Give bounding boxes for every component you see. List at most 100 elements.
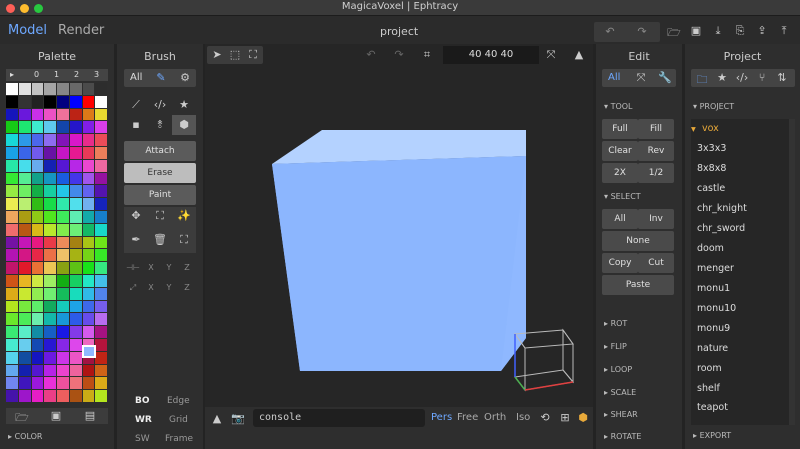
palette-swatch[interactable] xyxy=(31,223,44,236)
palette-swatch[interactable] xyxy=(95,287,107,300)
palette-swatch[interactable] xyxy=(44,249,56,262)
save-icon[interactable]: ▣ xyxy=(688,24,704,37)
tool-section-header[interactable]: ▾ TOOL xyxy=(604,102,633,111)
mirror-icon[interactable]: ⊣⊢ xyxy=(124,263,142,272)
console-input[interactable]: console xyxy=(253,409,425,427)
palette-swatch[interactable] xyxy=(6,159,18,172)
palette-swatch[interactable] xyxy=(57,339,69,351)
palette-swatch[interactable] xyxy=(44,236,56,249)
project-item[interactable]: castle xyxy=(697,183,725,194)
palette-swatch[interactable] xyxy=(95,223,107,236)
palette-swatch[interactable] xyxy=(69,211,82,223)
palette-swatch[interactable] xyxy=(31,236,44,249)
transform-icon[interactable]: ⤧ xyxy=(634,71,648,85)
camera-iso[interactable]: Iso xyxy=(516,412,530,423)
project-item[interactable]: doom xyxy=(697,243,724,254)
brush-filter-all[interactable]: All xyxy=(130,72,142,83)
palette-swatch[interactable] xyxy=(95,390,107,402)
palette-swatch[interactable] xyxy=(6,249,18,262)
palette-swatch[interactable] xyxy=(6,262,18,274)
palette-swatch[interactable] xyxy=(69,275,82,287)
palette-swatch[interactable] xyxy=(57,108,69,121)
axis-y[interactable]: Y xyxy=(160,283,178,292)
palette-swatch[interactable] xyxy=(69,172,82,185)
wrench-icon[interactable]: 🔧 xyxy=(658,71,672,84)
palette-swatch[interactable] xyxy=(95,249,107,262)
palette-swatch[interactable] xyxy=(57,249,69,262)
palette-swatch[interactable] xyxy=(57,300,69,313)
palette-swatch[interactable] xyxy=(69,185,82,198)
palette-page-expand[interactable]: ▸ xyxy=(10,70,14,79)
palette-swatch[interactable] xyxy=(18,198,31,210)
palette-swatch[interactable] xyxy=(57,95,69,108)
palette-swatch[interactable] xyxy=(6,83,18,95)
palette-swatch[interactable] xyxy=(44,198,56,210)
palette-swatch[interactable] xyxy=(57,159,69,172)
palette-swatch[interactable] xyxy=(31,198,44,210)
select-inv-button[interactable]: Inv xyxy=(638,209,674,229)
palette-swatch[interactable] xyxy=(82,134,95,146)
palette-swatch[interactable] xyxy=(44,185,56,198)
palette-swatch[interactable] xyxy=(82,83,95,95)
palette-swatch[interactable] xyxy=(18,211,31,223)
palette-swatch[interactable] xyxy=(95,236,107,249)
palette-swatch[interactable] xyxy=(31,249,44,262)
palette-file-icon[interactable]: ▤ xyxy=(82,409,98,422)
rotate-section[interactable]: ▸ ROTATE xyxy=(604,432,641,441)
face-brush-icon[interactable]: ⥉ xyxy=(148,115,172,135)
palette-swatch[interactable] xyxy=(69,313,82,326)
palette-swatch[interactable] xyxy=(95,364,107,377)
project-item[interactable]: nature xyxy=(697,343,728,354)
palette-swatch[interactable] xyxy=(69,147,82,159)
grid-view-icon[interactable]: ⊞ xyxy=(557,411,573,424)
palette-swatch[interactable] xyxy=(18,364,31,377)
palette-swatch[interactable] xyxy=(82,236,95,249)
palette-swatch[interactable] xyxy=(6,287,18,300)
palette-swatch[interactable] xyxy=(31,339,44,351)
palette-swatch[interactable] xyxy=(82,275,95,287)
brush-gear-icon[interactable]: ⚙ xyxy=(178,71,192,84)
palette-swatch[interactable] xyxy=(18,159,31,172)
palette-swatch[interactable] xyxy=(44,262,56,274)
move-icon[interactable]: ✥ xyxy=(124,209,148,222)
palette-page-3[interactable]: 3 xyxy=(94,70,99,79)
code-icon[interactable]: ‹/› xyxy=(735,71,749,84)
attach-mode-button[interactable]: Attach xyxy=(124,141,196,161)
palette-swatch[interactable] xyxy=(69,223,82,236)
palette-swatch[interactable] xyxy=(82,377,95,390)
new-file-icon[interactable]: ⎘ xyxy=(732,24,748,38)
clear-button[interactable]: Clear xyxy=(602,141,638,161)
palette-swatch[interactable] xyxy=(57,287,69,300)
palette-swatch[interactable] xyxy=(6,364,18,377)
palette-swatch[interactable] xyxy=(82,172,95,185)
palette-swatch[interactable] xyxy=(95,147,107,159)
settings-icon[interactable]: ⤒ xyxy=(776,24,792,38)
palette-swatch[interactable] xyxy=(69,262,82,274)
edit-filter-all[interactable]: All xyxy=(608,72,620,83)
palette-swatch[interactable] xyxy=(82,364,95,377)
palette-swatch[interactable] xyxy=(95,351,107,364)
palette-swatch[interactable] xyxy=(6,390,18,402)
palette-swatch[interactable] xyxy=(57,275,69,287)
magic-wand-icon[interactable]: ✨ xyxy=(172,209,196,222)
palette-swatch[interactable] xyxy=(44,339,56,351)
palette-swatch[interactable] xyxy=(69,300,82,313)
palette-swatch[interactable] xyxy=(44,95,56,108)
star-brush-icon[interactable]: ★ xyxy=(172,95,196,115)
palette-swatch[interactable] xyxy=(31,262,44,274)
palette-swatch[interactable] xyxy=(31,185,44,198)
select-section-header[interactable]: ▾ SELECT xyxy=(604,192,641,201)
palette-swatch[interactable] xyxy=(95,185,107,198)
palette-swatch[interactable] xyxy=(31,326,44,338)
palette-swatch[interactable] xyxy=(44,390,56,402)
camera-icon[interactable]: 📷 xyxy=(229,412,247,425)
palette-swatch[interactable] xyxy=(6,236,18,249)
axis-expand-icon[interactable]: ⤢ xyxy=(124,283,142,293)
palette-swatch[interactable] xyxy=(57,211,69,223)
palette-open-icon[interactable]: 🗁 xyxy=(14,409,30,428)
palette-swatch[interactable] xyxy=(95,83,107,95)
palette-swatch[interactable] xyxy=(18,236,31,249)
reset-camera-icon[interactable]: ⟲ xyxy=(537,411,553,424)
paint-bucket-icon[interactable]: ⛶ xyxy=(172,233,196,247)
palette-selected-swatch[interactable] xyxy=(82,345,96,358)
